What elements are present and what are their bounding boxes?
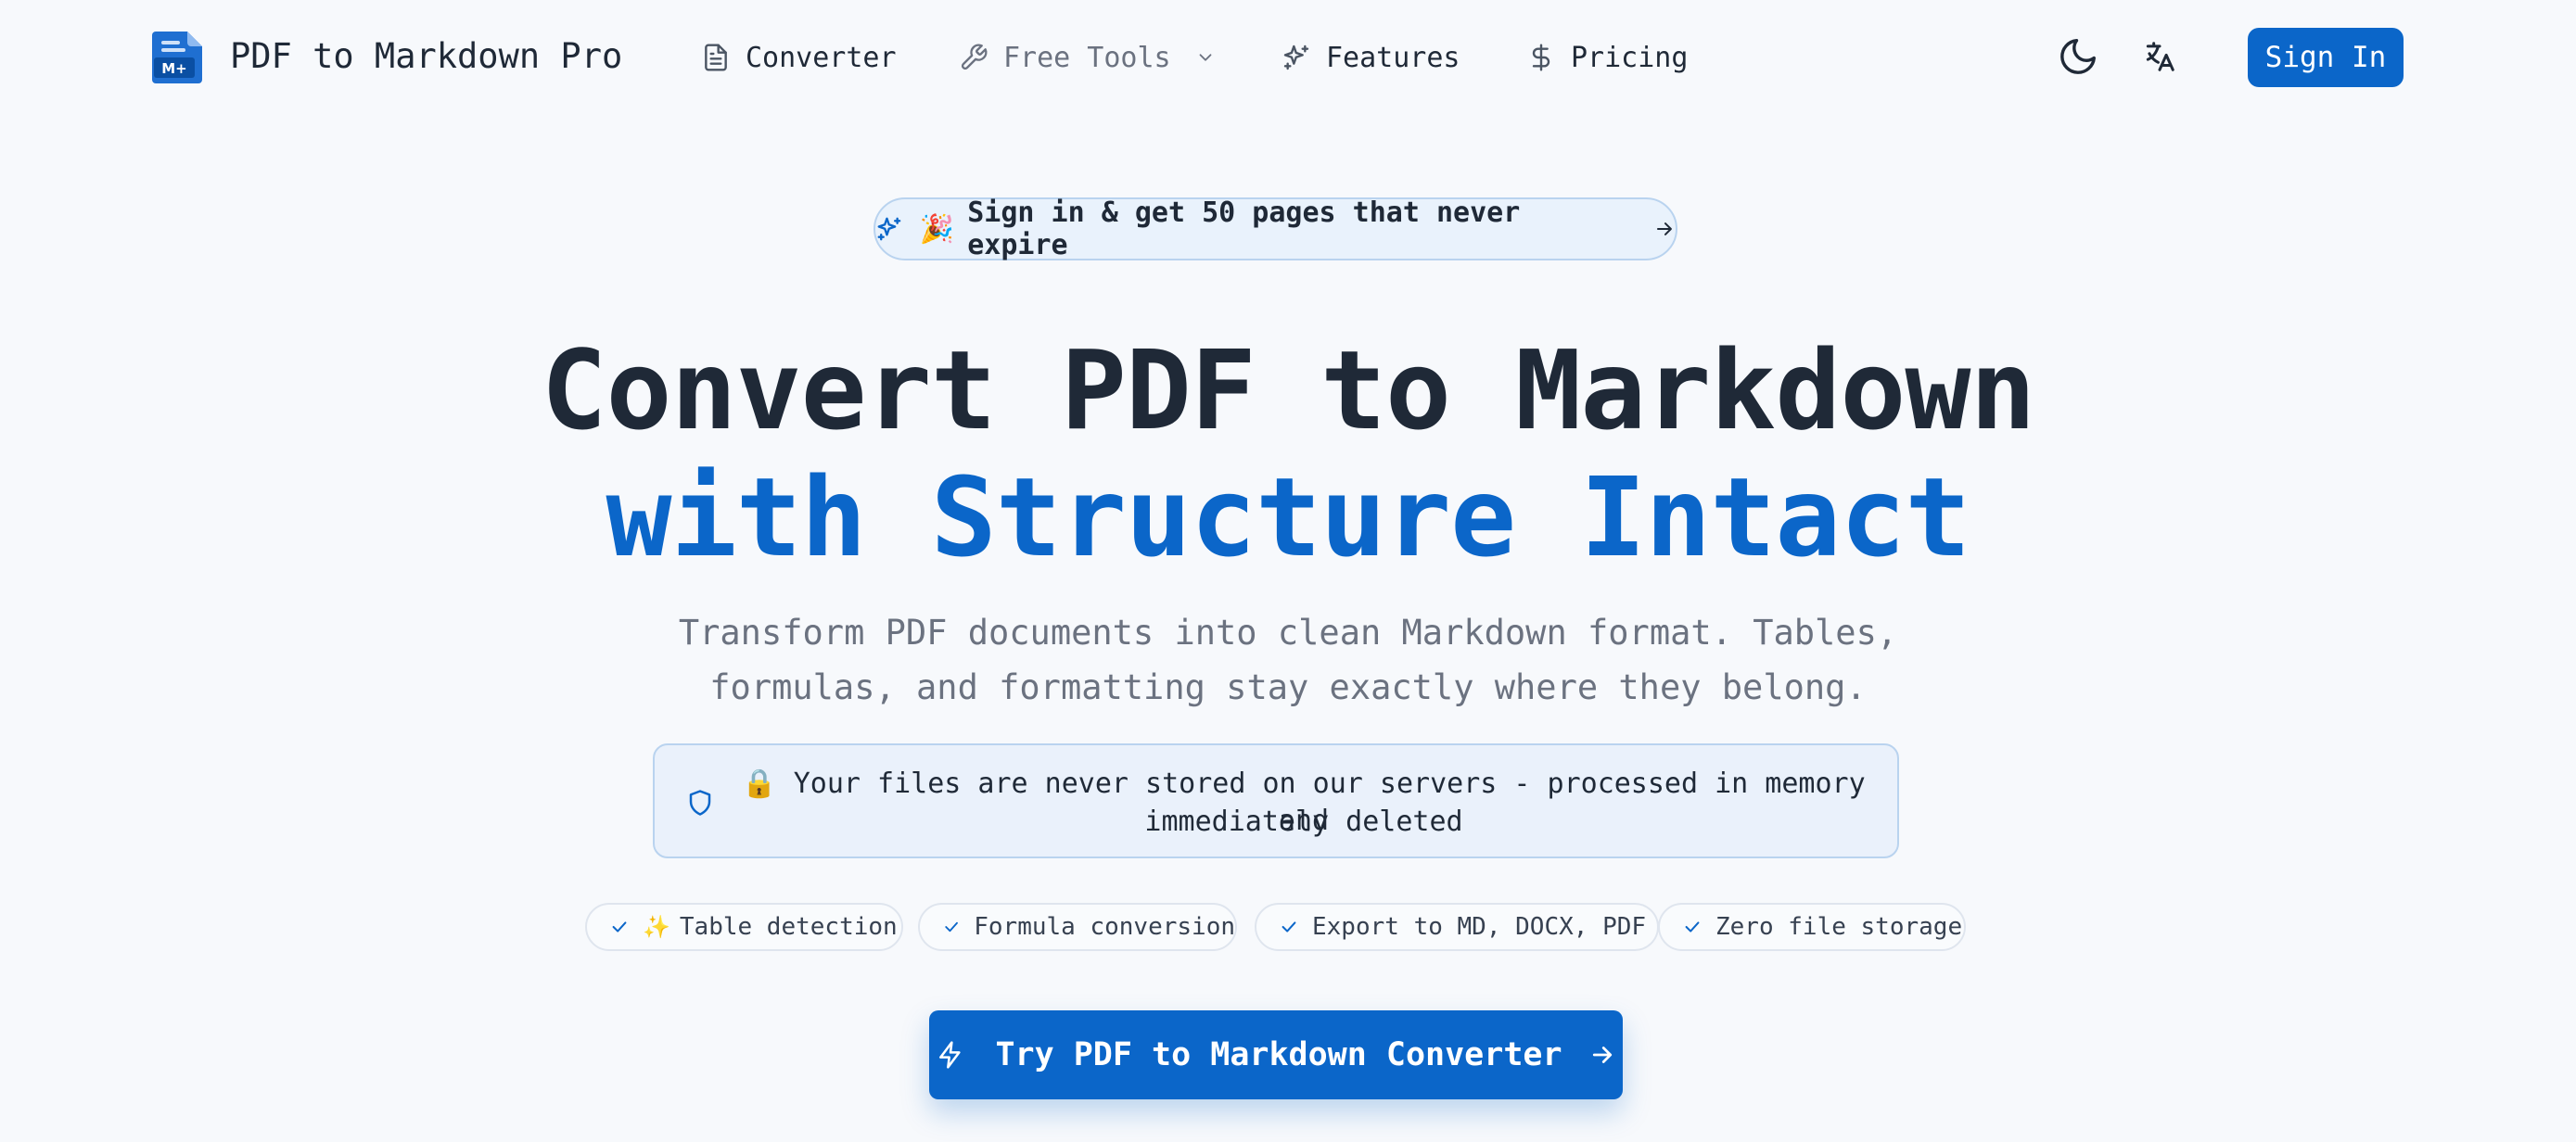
promo-text: Sign in & get 50 pages that never expire	[967, 197, 1521, 261]
cta-label: Try PDF to Markdown Converter	[995, 1036, 1562, 1073]
file-text-icon	[705, 44, 727, 71]
nav-pricing-label: Pricing	[1571, 41, 1689, 74]
feature-label: Formula conversion	[974, 913, 1235, 941]
nav-features-link[interactable]: Features	[1282, 37, 1460, 78]
feature-chip-export-formats: Export to MD, DOCX, PDF	[1255, 903, 1659, 951]
dollar-icon	[1532, 44, 1550, 71]
hero-subtitle-line-2: formulas, and formatting stay exactly wh…	[709, 667, 1867, 707]
nav-free-tools-dropdown[interactable]: Free Tools	[959, 37, 1216, 78]
check-icon	[1282, 921, 1296, 933]
chevron-down-icon	[1199, 54, 1212, 61]
check-icon	[1685, 921, 1700, 933]
sign-in-button[interactable]: Sign In	[2248, 28, 2404, 87]
theme-toggle-button[interactable]	[2057, 35, 2099, 78]
arrow-right-icon	[1657, 222, 1673, 235]
hero-title-line-1: Convert PDF to Markdown	[541, 326, 2036, 454]
check-icon	[945, 921, 958, 933]
wrench-icon	[961, 44, 988, 70]
arrow-right-icon	[1592, 1047, 1612, 1063]
hero-subtitle-line-1: Transform PDF documents into clean Markd…	[678, 613, 1898, 653]
svg-text:M+: M+	[161, 60, 187, 77]
sparkles-icon	[877, 217, 901, 241]
brand-name[interactable]: PDF to Markdown Pro	[230, 33, 622, 80]
feature-chip-formula-conversion: Formula conversion	[918, 903, 1237, 951]
feature-label: Zero file storage	[1715, 913, 1963, 941]
nav-pricing-link[interactable]: Pricing	[1526, 37, 1688, 78]
nav-converter-label: Converter	[746, 41, 897, 74]
feature-label: Table detection	[679, 913, 898, 941]
sparkle-icon: ✨	[643, 914, 670, 940]
sparkles-icon	[1283, 44, 1309, 70]
nav-features-label: Features	[1326, 41, 1460, 74]
try-converter-button[interactable]: Try PDF to Markdown Converter	[929, 1010, 1623, 1099]
moon-icon	[2060, 39, 2096, 74]
privacy-notice: 🔒 Your files are never stored on our ser…	[653, 743, 1899, 858]
language-switcher-button[interactable]	[2142, 39, 2177, 74]
feature-label: Export to MD, DOCX, PDF	[1312, 913, 1647, 941]
nav-free-tools-label: Free Tools	[1003, 41, 1171, 74]
translate-icon	[2146, 42, 2174, 71]
feature-chip-table-detection: ✨ Table detection	[585, 903, 903, 951]
promo-banner-link[interactable]: 🎉 Sign in & get 50 pages that never expi…	[874, 197, 1677, 261]
app-logo-icon[interactable]: M+	[152, 30, 204, 83]
check-icon	[612, 921, 627, 933]
party-popper-icon: 🎉	[919, 212, 955, 246]
privacy-text-line-2: immediately deleted	[1144, 806, 1463, 838]
lock-icon: 🔒	[742, 768, 777, 800]
top-navbar: M+ PDF to Markdown Pro Converter Free To…	[0, 0, 2576, 115]
feature-chip-zero-storage: Zero file storage	[1658, 903, 1966, 951]
nav-converter-link[interactable]: Converter	[701, 37, 897, 78]
shield-icon	[689, 790, 711, 816]
hero-title-line-2: with Structure Intact	[606, 453, 1971, 581]
lightning-icon	[939, 1041, 962, 1069]
